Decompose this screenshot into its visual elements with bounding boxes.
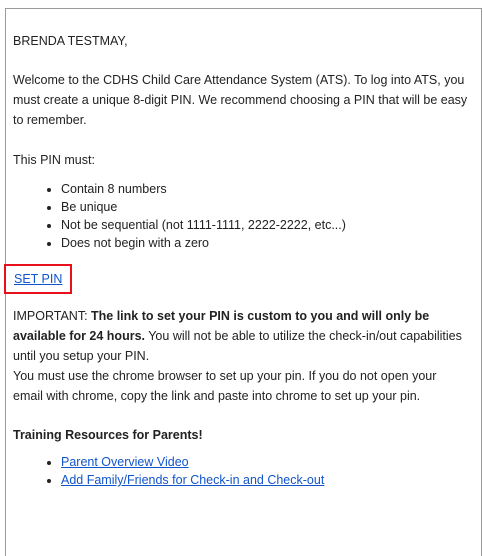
add-family-friends-link[interactable]: Add Family/Friends for Check-in and Chec… (61, 473, 324, 487)
parent-overview-video-link[interactable]: Parent Overview Video (61, 455, 189, 469)
important-notice: IMPORTANT: The link to set your PIN is c… (13, 306, 468, 366)
list-item: Does not begin with a zero (61, 234, 468, 252)
list-item: Be unique (61, 198, 468, 216)
set-pin-highlight-box: SET PIN (4, 264, 73, 294)
list-item: Contain 8 numbers (61, 180, 468, 198)
training-resources-list: Parent Overview Video Add Family/Friends… (13, 453, 468, 489)
list-item: Parent Overview Video (61, 453, 468, 471)
list-item: Not be sequential (not 1111-1111, 2222-2… (61, 216, 468, 234)
email-intro: Welcome to the CDHS Child Care Attendanc… (13, 73, 468, 127)
email-greeting: BRENDA TESTMAY, (13, 34, 128, 48)
important-prefix: IMPORTANT: (13, 309, 92, 323)
pin-rules-list: Contain 8 numbers Be unique Not be seque… (13, 180, 468, 252)
list-item: Add Family/Friends for Check-in and Chec… (61, 471, 468, 489)
set-pin-link[interactable]: SET PIN (14, 272, 62, 286)
chrome-browser-note: You must use the chrome browser to set u… (13, 369, 437, 403)
training-resources-title: Training Resources for Parents! (13, 428, 203, 442)
email-content: BRENDA TESTMAY, Welcome to the CDHS Chil… (4, 31, 468, 489)
pin-rules-title: This PIN must: (13, 153, 95, 167)
